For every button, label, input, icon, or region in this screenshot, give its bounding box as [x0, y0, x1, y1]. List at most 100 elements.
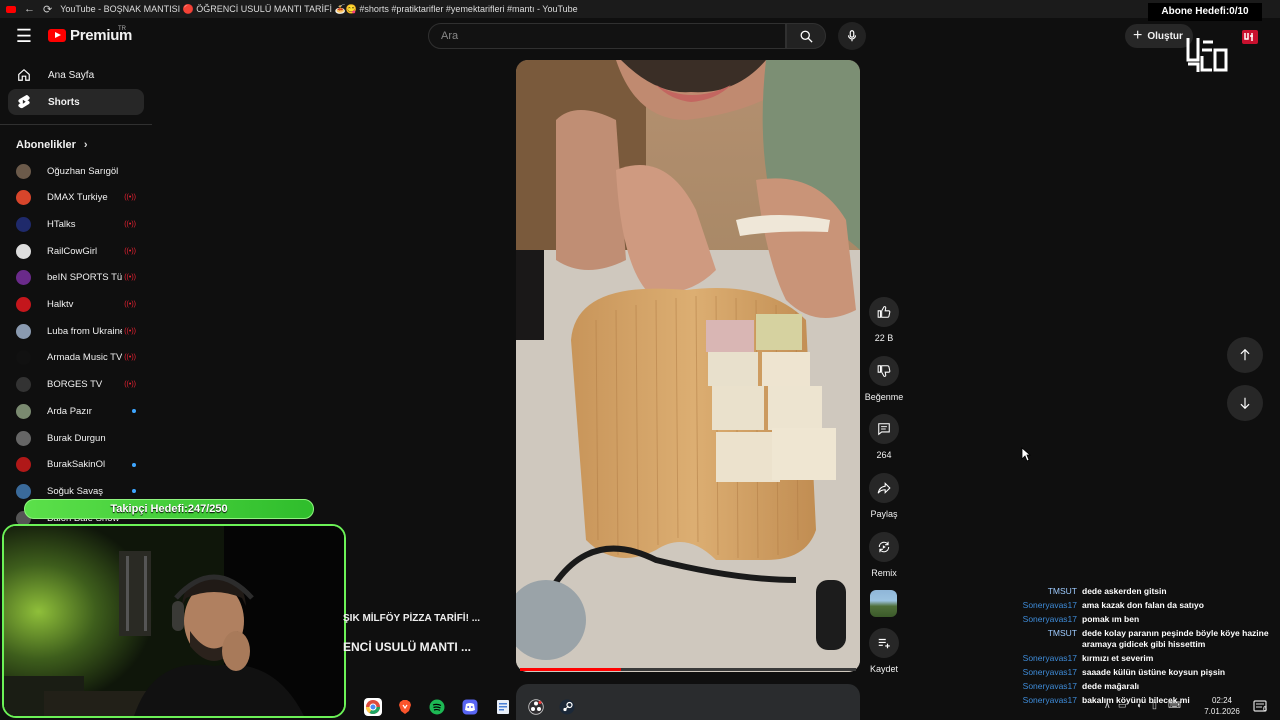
- live-indicator-icon: ((•)): [124, 327, 136, 335]
- create-button[interactable]: + Oluştur: [1125, 24, 1193, 48]
- remix-icon: [869, 532, 899, 562]
- arrow-up-icon: [1240, 348, 1250, 361]
- sidebar-item-shorts[interactable]: Shorts: [8, 89, 144, 115]
- subscription-halktv[interactable]: Halktv ((•)): [16, 295, 136, 315]
- sidebar-item-label: Shorts: [48, 96, 80, 108]
- tray-chevron-icon[interactable]: ∧: [1104, 700, 1111, 711]
- back-icon[interactable]: ←: [24, 3, 35, 15]
- channel-name: Armada Music TV: [47, 352, 123, 364]
- video-title-partial[interactable]: ŞIK MİLFÖY PİZZA TARİFİ! ...: [343, 613, 480, 624]
- reload-icon[interactable]: ⟳: [43, 3, 52, 16]
- plus-icon: +: [1133, 27, 1143, 44]
- sidebar: Ana Sayfa Shorts Abonelikler › Oğuzhan S…: [0, 60, 152, 526]
- chat-message: TMSUT dede kolay paranın peşinde böyle kö…: [1000, 628, 1280, 650]
- sidebar-item-home[interactable]: Ana Sayfa: [8, 62, 144, 88]
- chat-username: TMSUT: [1047, 586, 1077, 596]
- subscription-bein-sports-tu[interactable]: beIN SPORTS Tü... ((•)): [16, 268, 136, 288]
- avatar[interactable]: [1240, 26, 1260, 46]
- channel-avatar: [16, 243, 31, 259]
- save-button[interactable]: Kaydet: [868, 628, 900, 674]
- subscriptions-header[interactable]: Abonelikler ›: [16, 139, 88, 151]
- subscriber-goal-overlay: Abone Hedefi:0/10: [1148, 3, 1262, 21]
- subscription-arda-paz-r[interactable]: Arda Pazır: [16, 401, 136, 421]
- chrome-icon[interactable]: [364, 698, 382, 716]
- chat-text: dede mağaralı: [1082, 681, 1140, 691]
- subscription-htalks[interactable]: HTalks ((•)): [16, 214, 136, 234]
- dislike-button[interactable]: Beğenme: [865, 356, 903, 402]
- comments-button[interactable]: 264: [868, 414, 900, 460]
- search-button[interactable]: [786, 23, 826, 49]
- notification-icon[interactable]: 6: [1252, 699, 1270, 715]
- channel-name: DMAX Turkiye: [47, 192, 108, 204]
- live-indicator-icon: ((•)): [124, 354, 136, 362]
- battery-icon[interactable]: ▯: [1152, 700, 1157, 711]
- chat-username: Soneryavas17: [1022, 600, 1077, 610]
- live-indicator-icon: ((•)): [124, 274, 136, 282]
- youtube-favicon-icon: [6, 5, 16, 13]
- like-icon: [869, 297, 899, 327]
- chat-text: dede kolay paranın peşinde böyle köye ha…: [1082, 628, 1269, 649]
- channel-avatar: [16, 350, 31, 366]
- spotify-icon[interactable]: [428, 698, 446, 716]
- subscription-luba-from-ukraine[interactable]: Luba from Ukraine ((•)): [16, 321, 136, 341]
- next-short-button[interactable]: [1227, 385, 1263, 421]
- channel-avatar: [16, 377, 31, 393]
- sound-thumbnail[interactable]: [870, 590, 897, 617]
- live-indicator-icon: ((•)): [124, 194, 136, 202]
- follower-goal-overlay: Takipçi Hedefi:247/250: [24, 499, 314, 519]
- notification-count: 6: [1263, 706, 1267, 713]
- channel-name: Burak Durgun: [47, 432, 106, 444]
- volume-icon[interactable]: ◖: [1136, 700, 1141, 710]
- channel-name: BORGES TV: [47, 379, 103, 391]
- channel-avatar: [16, 483, 31, 499]
- obs-icon[interactable]: [527, 698, 545, 716]
- files-icon[interactable]: [494, 698, 512, 716]
- network-icon[interactable]: ▭: [1118, 700, 1127, 711]
- subscription-oguzhan-sar-gol[interactable]: Oğuzhan Sarıgöl: [16, 161, 136, 181]
- remix-label: Remix: [871, 568, 897, 578]
- discord-icon[interactable]: [461, 698, 479, 716]
- subscription-borges-tv[interactable]: BORGES TV ((•)): [16, 375, 136, 395]
- previous-short-button[interactable]: [1227, 337, 1263, 373]
- chat-username: Soneryavas17: [1022, 681, 1077, 691]
- subscription-railcowgirl[interactable]: RailCowGirl ((•)): [16, 241, 136, 261]
- steam-icon[interactable]: [558, 698, 576, 716]
- chat-message: Soneryavas17 dede mağaralı: [1000, 681, 1280, 692]
- channel-avatar: [16, 430, 31, 446]
- subscription-dmax-turkiye[interactable]: DMAX Turkiye ((•)): [16, 188, 136, 208]
- search-box: [428, 23, 786, 49]
- language-icon[interactable]: ⌨: [1168, 700, 1181, 711]
- channel-avatar: [16, 323, 31, 339]
- subscription-buraksakinol[interactable]: BurakSakinOl: [16, 455, 136, 475]
- new-content-dot-icon: [132, 462, 136, 467]
- channel-name: Soğuk Savaş: [47, 485, 103, 497]
- channel-name: RailCowGirl: [47, 245, 98, 257]
- chat-message: TMSUT dede askerden gitsin: [1000, 586, 1280, 597]
- screen: ← ⟳ YouTube - BOŞNAK MANTISI 🔴 ÖĞRENCİ U…: [0, 0, 1280, 720]
- chat-text: kırmızı et severim: [1082, 653, 1154, 663]
- chat-message: Soneryavas17 kırmızı et severim: [1000, 653, 1280, 664]
- mouse-cursor-icon: [1021, 447, 1031, 462]
- video-title-partial[interactable]: ENCİ USULÜ MANTI ...: [343, 640, 471, 654]
- subscription-burak-durgun[interactable]: Burak Durgun: [16, 428, 136, 448]
- comment-count: 264: [876, 450, 892, 460]
- taskbar-clock[interactable]: 02:24 7.01.2026: [1200, 695, 1244, 717]
- clock-date: 7.01.2026: [1204, 707, 1240, 716]
- like-button[interactable]: 22 B: [868, 297, 900, 343]
- chat-text: saaade külün üstüne koysun pişsin: [1082, 667, 1226, 677]
- channel-name: Oğuzhan Sarıgöl: [47, 165, 119, 177]
- search-input[interactable]: [441, 30, 785, 42]
- shorts-video-player[interactable]: [516, 60, 860, 672]
- chat-text: ama kazak don falan da satıyo: [1082, 600, 1204, 610]
- live-indicator-icon: ((•)): [124, 381, 136, 389]
- share-button[interactable]: Paylaş: [868, 473, 900, 519]
- logo-country-badge: TR: [118, 26, 126, 32]
- menu-icon[interactable]: ☰: [14, 26, 34, 46]
- voice-search-button[interactable]: [838, 22, 866, 50]
- brave-icon[interactable]: [396, 698, 414, 716]
- clock-time: 02:24: [1211, 696, 1233, 705]
- remix-button[interactable]: Remix: [868, 532, 900, 578]
- channel-name: HTalks: [47, 218, 76, 230]
- youtube-premium-logo[interactable]: Premium TR: [48, 26, 132, 44]
- subscription-armada-music-tv[interactable]: Armada Music TV ((•)): [16, 348, 136, 368]
